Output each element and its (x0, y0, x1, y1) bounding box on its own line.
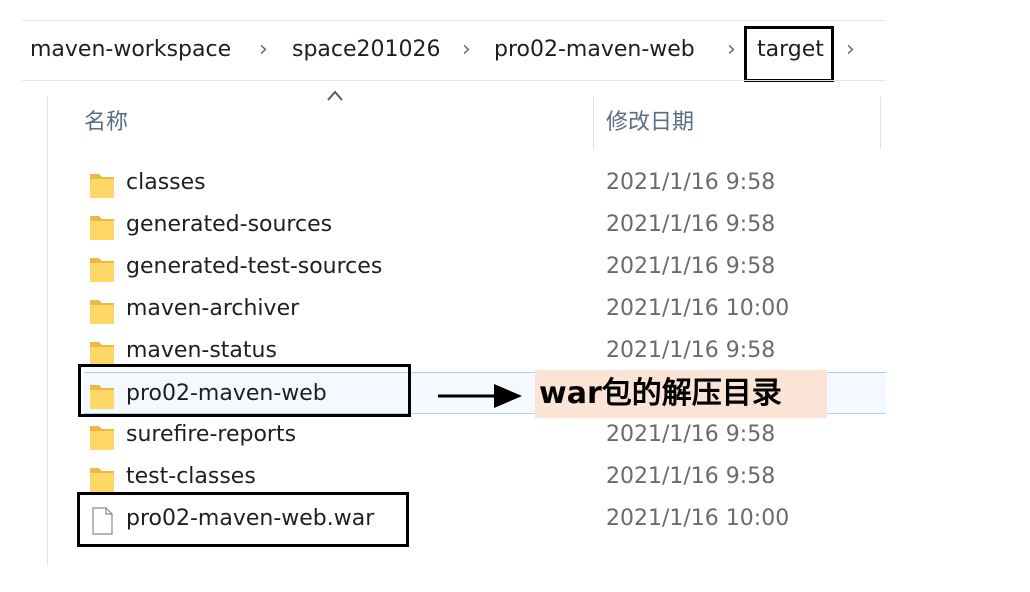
target-highlight-box (744, 26, 834, 82)
folder-row[interactable]: surefire-reports 2021/1/16 9:58 (84, 414, 886, 456)
folder-icon (90, 258, 114, 282)
breadcrumb-item-pro02-maven-web[interactable]: pro02-maven-web (494, 34, 695, 66)
column-header-modified[interactable]: 修改日期 (606, 106, 694, 140)
breadcrumb-chevron-icon[interactable]: › (846, 34, 855, 66)
folder-row[interactable]: generated-test-sources 2021/1/16 9:58 (84, 246, 886, 288)
column-header-name[interactable]: 名称 (84, 106, 128, 140)
annotation-label: war包的解压目录 (535, 370, 827, 418)
address-bar-bottom-border (22, 80, 886, 81)
breadcrumb-chevron-icon[interactable]: › (727, 34, 736, 66)
file-modified-date: 2021/1/16 9:58 (606, 212, 776, 237)
breadcrumb-chevron-icon[interactable]: › (259, 34, 268, 66)
file-modified-date: 2021/1/16 9:58 (606, 338, 776, 363)
breadcrumb-item-maven-workspace[interactable]: maven-workspace (30, 34, 231, 66)
file-modified-date: 2021/1/16 9:58 (606, 422, 776, 447)
column-divider[interactable] (880, 97, 881, 149)
file-modified-date: 2021/1/16 10:00 (606, 296, 790, 321)
file-name: surefire-reports (126, 422, 297, 447)
arrow-right-icon (438, 384, 522, 408)
file-name: maven-archiver (126, 296, 300, 321)
breadcrumb-chevron-icon[interactable]: › (462, 34, 471, 66)
folder-row[interactable]: generated-sources 2021/1/16 9:58 (84, 204, 886, 246)
folder-icon (90, 216, 114, 240)
file-modified-date: 2021/1/16 9:58 (606, 254, 776, 279)
sort-ascending-icon[interactable] (326, 88, 344, 102)
folder-icon (90, 426, 114, 450)
folder-icon (90, 300, 114, 324)
folder-icon (90, 174, 114, 198)
breadcrumb-item-space201026[interactable]: space201026 (292, 34, 441, 66)
pane-left-border (47, 96, 48, 566)
war-file-highlight-box (77, 492, 409, 547)
file-name: classes (126, 170, 206, 195)
folder-row[interactable]: maven-archiver 2021/1/16 10:00 (84, 288, 886, 330)
file-modified-date: 2021/1/16 10:00 (606, 506, 790, 531)
file-name: generated-sources (126, 212, 333, 237)
folder-highlight-box (78, 364, 411, 417)
address-bar-top-border (22, 20, 886, 21)
file-name: generated-test-sources (126, 254, 383, 279)
file-modified-date: 2021/1/16 9:58 (606, 464, 776, 489)
folder-icon (90, 468, 114, 492)
folder-row[interactable]: classes 2021/1/16 9:58 (84, 162, 886, 204)
file-modified-date: 2021/1/16 9:58 (606, 170, 776, 195)
column-divider[interactable] (593, 97, 594, 149)
